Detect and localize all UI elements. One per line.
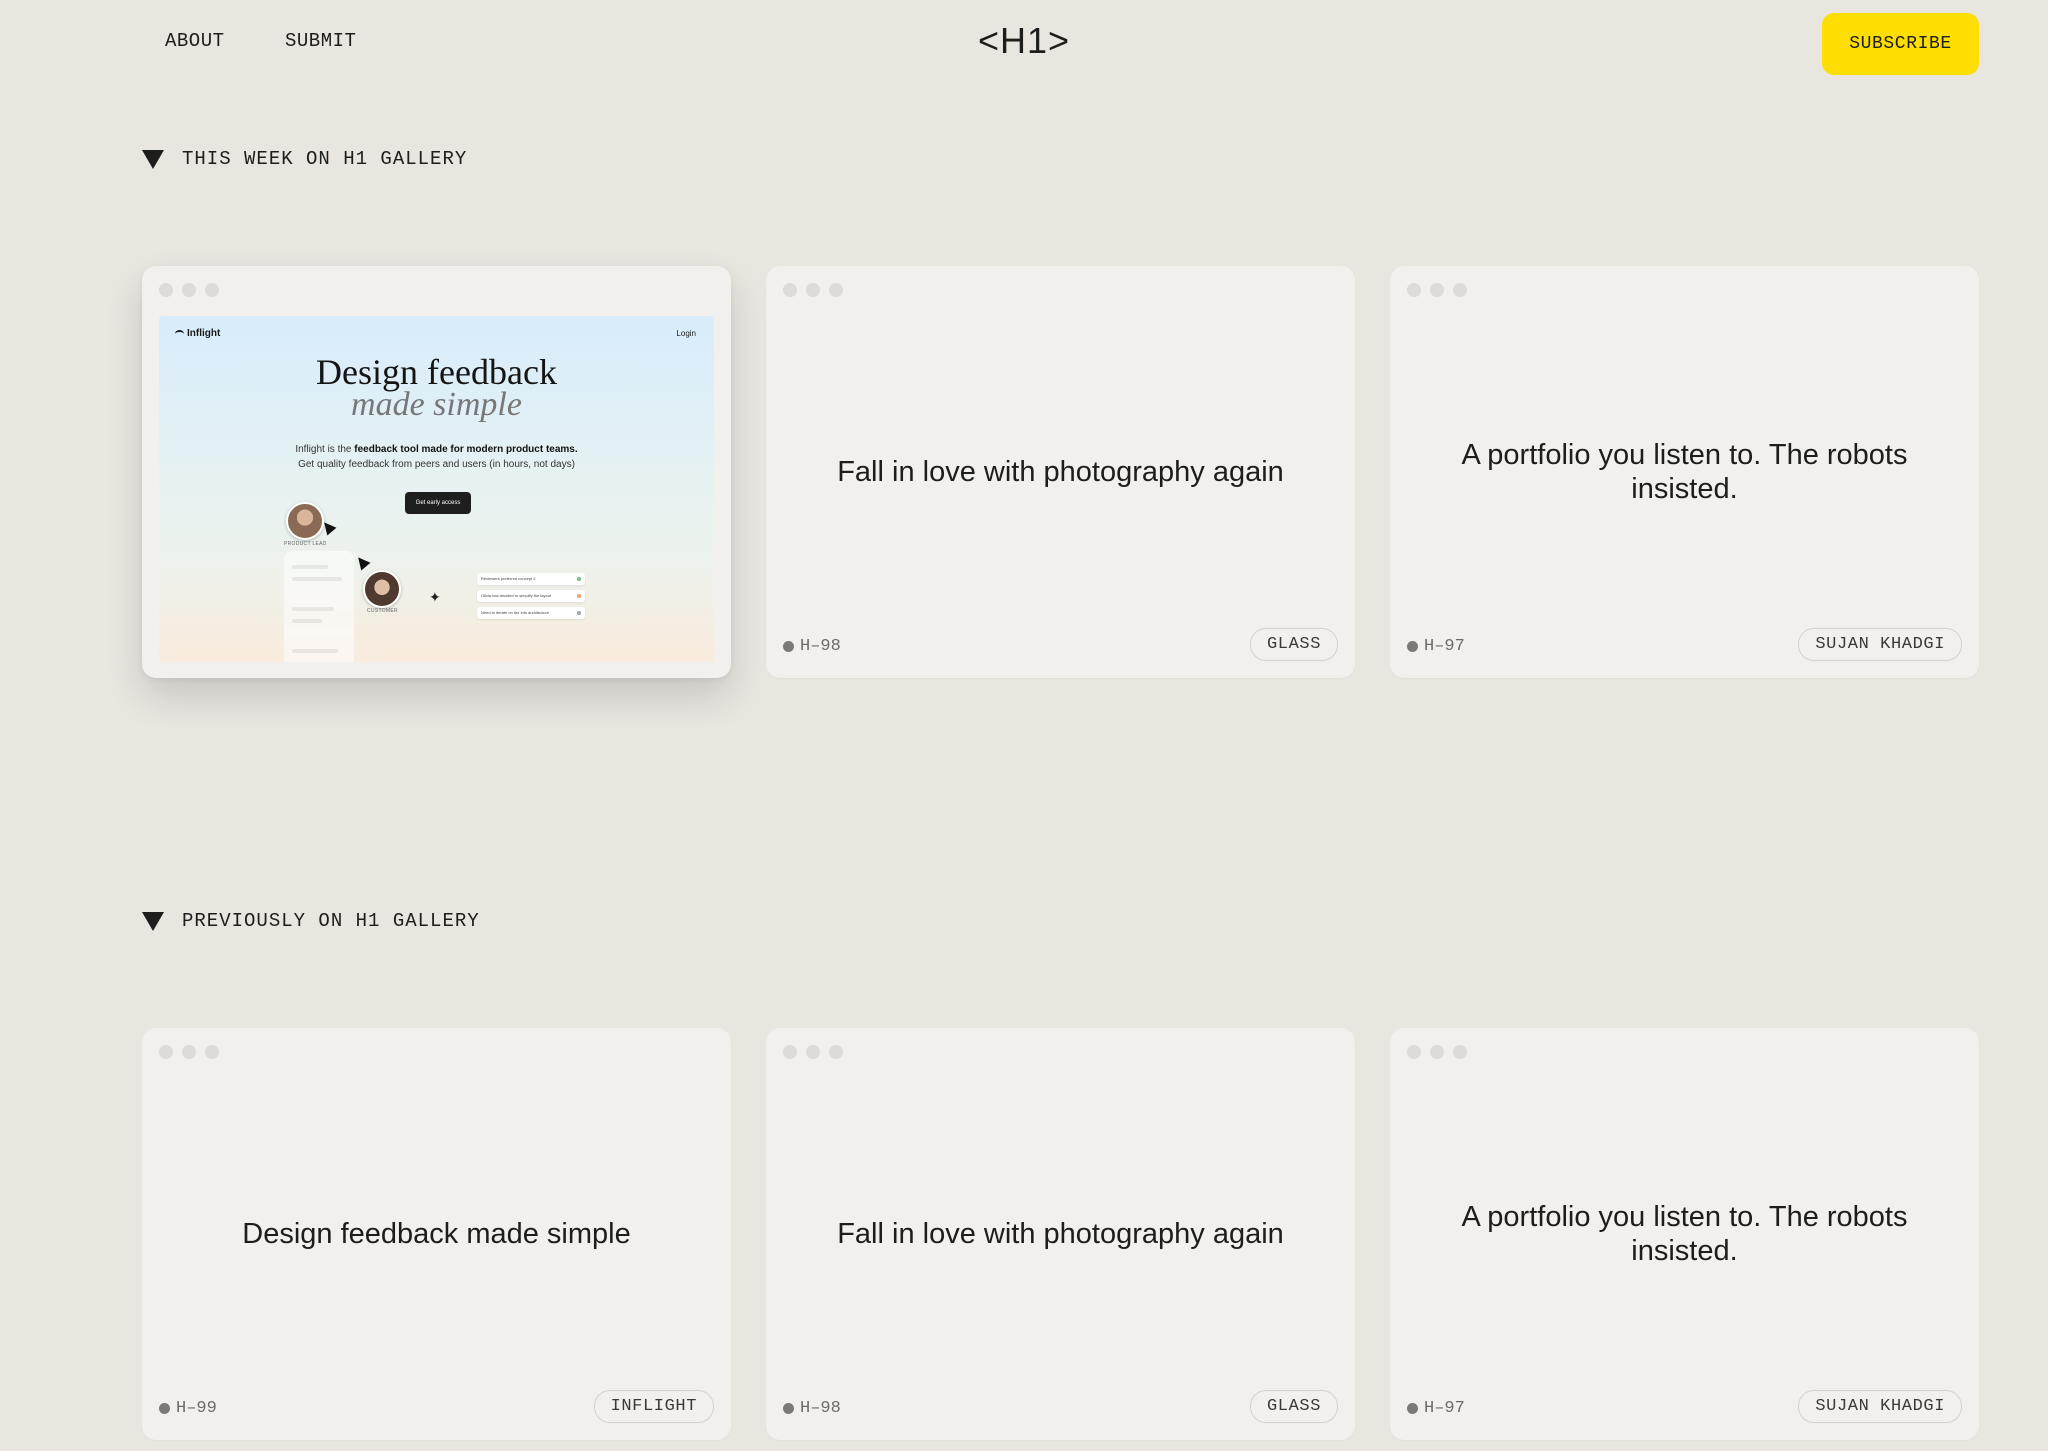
window-dot — [1407, 283, 1421, 297]
preview-cta-button: Get early access — [405, 492, 471, 514]
window-dot — [783, 283, 797, 297]
window-dot — [159, 283, 173, 297]
window-dot — [159, 1045, 173, 1059]
status-dot-icon — [577, 577, 581, 581]
preview-feedback-item: Olivia has decided to simplify the layou… — [477, 590, 585, 602]
subscribe-button[interactable]: SUBSCRIBE — [1822, 13, 1979, 75]
preview-headline: Design feedback — [316, 352, 557, 392]
card-id: H–97 — [1407, 637, 1465, 656]
window-dot — [205, 283, 219, 297]
preview-panel-line — [292, 607, 334, 611]
gallery-card-sujan-khadgi[interactable]: A portfolio you listen to. The robots in… — [1390, 1028, 1979, 1440]
bullet-icon — [783, 641, 794, 652]
window-dot — [1407, 1045, 1421, 1059]
window-dot — [806, 283, 820, 297]
preview-panel-line — [292, 577, 342, 581]
section-heading-label: PREVIOUSLY ON H1 GALLERY — [182, 910, 480, 932]
window-dots — [159, 1045, 219, 1059]
card-title: A portfolio you listen to. The robots in… — [1461, 439, 1908, 505]
window-dots — [159, 283, 219, 297]
window-dots — [1407, 1045, 1467, 1059]
bullet-icon — [1407, 641, 1418, 652]
window-dot — [1453, 1045, 1467, 1059]
window-dot — [829, 283, 843, 297]
card-tag[interactable]: INFLIGHT — [593, 1390, 714, 1423]
gallery-card-inflight[interactable]: Design feedback made simple H–99 INFLIGH… — [142, 1028, 731, 1440]
triangle-down-icon — [142, 911, 164, 931]
card-id-label: H–98 — [800, 637, 841, 656]
section-toggle-previously[interactable]: PREVIOUSLY ON H1 GALLERY — [142, 910, 480, 932]
preview-brand-label: Inflight — [187, 328, 221, 339]
window-dot — [182, 283, 196, 297]
window-dots — [1407, 283, 1467, 297]
preview-panel-line — [292, 649, 338, 653]
preview-panel-line — [292, 619, 322, 623]
window-dot — [182, 1045, 196, 1059]
window-dots — [783, 283, 843, 297]
status-dot-icon — [577, 611, 581, 615]
cursor-icon — [353, 553, 371, 571]
gallery-card-glass[interactable]: Fall in love with photography again H–98… — [766, 266, 1355, 678]
window-dot — [806, 1045, 820, 1059]
card-title: Fall in love with photography again — [837, 1218, 1284, 1250]
preview-panel-line — [292, 565, 328, 569]
preview-avatar-label: PRODUCT LEAD — [284, 541, 327, 547]
preview-feedback-list: Reviewers preferred concept 2 Olivia has… — [477, 573, 585, 624]
gallery-card-inflight-featured[interactable]: Inflight Login Design feedback made simp… — [142, 266, 731, 678]
card-tag[interactable]: GLASS — [1249, 628, 1338, 661]
window-dot — [829, 1045, 843, 1059]
section-heading-label: THIS WEEK ON H1 GALLERY — [182, 148, 468, 170]
inflight-logo-icon — [175, 329, 184, 338]
card-title: A portfolio you listen to. The robots in… — [1461, 1201, 1908, 1267]
preview-feedback-item: Need to iterate on the info architecture — [477, 607, 585, 619]
gallery-card-sujan-khadgi[interactable]: A portfolio you listen to. The robots in… — [1390, 266, 1979, 678]
preview-subtext-line2: Get quality feedback from peers and user… — [298, 459, 575, 470]
card-title: Design feedback made simple — [242, 1218, 631, 1250]
preview-avatar-label: CUSTOMER — [367, 608, 398, 614]
site-logo[interactable]: <H1> — [0, 20, 2048, 62]
preview-feedback-text: Olivia has decided to simplify the layou… — [481, 593, 552, 598]
card-tag[interactable]: SUJAN KHADGI — [1798, 1390, 1962, 1423]
preview-brand: Inflight — [175, 328, 220, 339]
bullet-icon — [783, 1403, 794, 1414]
card-id-label: H–99 — [176, 1399, 217, 1418]
bullet-icon — [159, 1403, 170, 1414]
preview-headline-italic: made simple — [351, 386, 522, 423]
sparkle-icon: ✦ — [429, 589, 441, 605]
window-dot — [783, 1045, 797, 1059]
preview-login: Login — [676, 329, 696, 338]
preview-panel — [284, 551, 354, 662]
gallery-card-glass[interactable]: Fall in love with photography again H–98… — [766, 1028, 1355, 1440]
site-preview-screenshot: Inflight Login Design feedback made simp… — [159, 316, 714, 662]
preview-subtext-bold: feedback tool made for modern product te… — [354, 444, 578, 455]
preview-avatar-customer — [363, 570, 401, 608]
section-toggle-this-week[interactable]: THIS WEEK ON H1 GALLERY — [142, 148, 467, 170]
card-title: Fall in love with photography again — [837, 456, 1284, 488]
card-tag[interactable]: SUJAN KHADGI — [1798, 628, 1962, 661]
preview-subtext: Inflight is the feedback tool made for m… — [159, 444, 714, 455]
card-id-label: H–97 — [1424, 1399, 1465, 1418]
preview-feedback-text: Need to iterate on the info architecture — [481, 610, 550, 615]
site-header: ABOUT SUBMIT <H1> SUBSCRIBE — [0, 0, 2048, 88]
bullet-icon — [1407, 1403, 1418, 1414]
card-id-label: H–98 — [800, 1399, 841, 1418]
window-dots — [783, 1045, 843, 1059]
card-id: H–98 — [783, 637, 841, 656]
triangle-down-icon — [142, 149, 164, 169]
card-id: H–97 — [1407, 1399, 1465, 1418]
preview-avatar-product-lead — [286, 502, 324, 540]
preview-subtext-prefix: Inflight is the — [295, 444, 355, 455]
status-dot-icon — [577, 594, 581, 598]
window-dot — [1453, 283, 1467, 297]
card-id: H–98 — [783, 1399, 841, 1418]
window-dot — [205, 1045, 219, 1059]
window-dot — [1430, 283, 1444, 297]
window-dot — [1430, 1045, 1444, 1059]
card-id-label: H–97 — [1424, 637, 1465, 656]
card-id: H–99 — [159, 1399, 217, 1418]
preview-feedback-text: Reviewers preferred concept 2 — [481, 576, 536, 581]
preview-feedback-item: Reviewers preferred concept 2 — [477, 573, 585, 585]
card-tag[interactable]: GLASS — [1249, 1390, 1338, 1423]
